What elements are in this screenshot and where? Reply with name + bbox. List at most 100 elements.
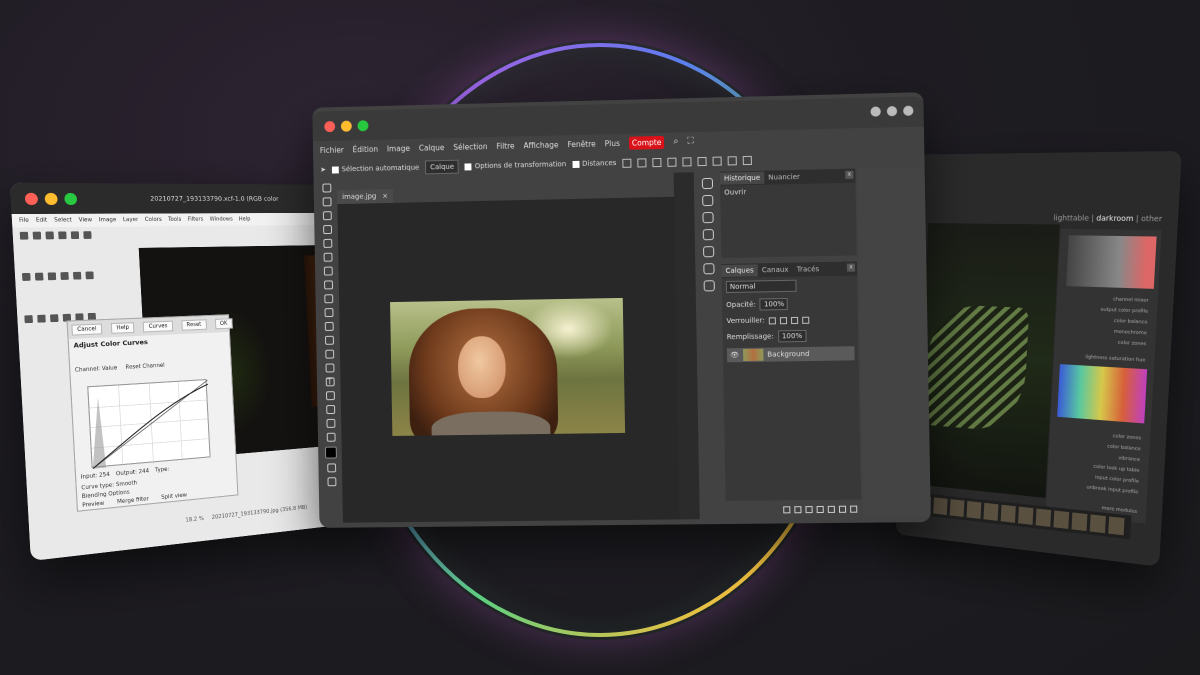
close-panel-icon[interactable]: x [845,170,854,179]
menu-item[interactable]: Edit [36,217,48,224]
blend-mode-select[interactable]: Normal [725,279,797,294]
dodge-icon[interactable] [324,349,334,359]
menu-selection[interactable]: Sélection [453,142,487,152]
minimize-dot-icon[interactable] [44,192,58,205]
magic-wand-icon[interactable] [322,224,332,235]
screen-mode-icon[interactable] [326,477,336,487]
filmstrip-thumb[interactable] [966,500,982,519]
text-tool-icon[interactable]: T [325,377,335,387]
trash-icon[interactable] [850,505,858,513]
auto-select-option[interactable]: Sélection automatique [331,164,419,174]
tab-historique[interactable]: Historique [719,171,765,185]
character-panel-icon[interactable] [702,229,714,241]
minimize-dot-icon[interactable] [340,120,352,132]
tool-icon[interactable] [37,314,46,323]
search-icon[interactable]: ⌕ [673,137,678,147]
menu-filtre[interactable]: Filtre [496,141,514,150]
merge-filter-checkbox[interactable]: Merge filter [117,496,149,506]
mode-darkroom[interactable]: darkroom [1096,214,1134,223]
menu-item[interactable]: Layer [123,217,139,224]
help-button[interactable]: Help [110,322,135,334]
channel-select[interactable]: Value [102,365,118,372]
menu-item[interactable]: Colors [145,217,162,224]
menu-image[interactable]: Image [387,143,410,152]
adjustment-icon[interactable] [816,505,824,513]
reset-button[interactable]: Reset [181,319,207,331]
crop-tool-icon[interactable] [322,238,332,248]
link-icon[interactable] [783,505,791,513]
colorzones-graph[interactable] [1057,364,1148,424]
tool-icon[interactable] [19,231,29,240]
distances-option[interactable]: Distances [572,159,616,168]
tool-icon[interactable] [22,273,31,282]
opacity-input[interactable]: 100% [759,297,789,311]
align-left-icon[interactable] [682,156,692,167]
tool-icon[interactable] [47,272,57,281]
tool-icon[interactable] [83,231,92,239]
marquee-tool-icon[interactable] [322,197,332,207]
healing-brush-icon[interactable] [323,266,333,276]
close-tab-icon[interactable]: × [382,192,388,200]
split-view-checkbox[interactable]: Split view [161,492,187,501]
menu-item[interactable]: Windows [210,216,233,222]
tab-calques[interactable]: Calques [721,264,758,278]
reset-channel-button[interactable]: Reset Channel [125,362,165,371]
tool-icon[interactable] [70,231,80,240]
eye-icon[interactable]: 👁 [730,351,739,359]
reddit-icon[interactable] [870,106,881,117]
lock-all-icon[interactable] [802,316,810,324]
align-bottom-icon[interactable] [667,157,677,167]
ok-button[interactable]: OK [214,318,233,330]
menu-item[interactable]: View [79,217,93,224]
tab-canaux[interactable]: Canaux [758,264,793,277]
filmstrip-thumb[interactable] [1018,506,1034,525]
zoom-tool-icon[interactable] [326,432,336,442]
close-dot-icon[interactable] [324,120,336,132]
lock-transparency-icon[interactable] [768,316,776,324]
align-center-icon[interactable] [697,156,707,166]
menu-item[interactable]: Tools [168,217,181,223]
filmstrip-thumb[interactable] [1035,508,1052,527]
menu-fichier[interactable]: Fichier [320,145,344,154]
tool-icon[interactable] [24,314,33,323]
tool-icon[interactable] [49,313,59,322]
filmstrip-thumb[interactable] [1071,512,1088,532]
auto-select-checkbox[interactable] [331,165,339,174]
tab-traces[interactable]: Tracés [793,263,824,276]
distribute-icon[interactable] [727,155,737,165]
shape-tool-icon[interactable] [325,405,335,415]
move-tool-icon[interactable] [321,183,331,193]
darkroom-image[interactable] [915,223,1060,498]
new-layer-icon[interactable] [838,505,847,513]
clone-stamp-icon[interactable] [323,294,333,304]
download-icon[interactable] [622,158,632,168]
menu-item[interactable]: Filters [188,216,204,222]
transform-option[interactable]: Options de transformation [464,160,566,170]
menu-item[interactable]: Help [239,216,251,222]
tool-icon[interactable] [58,231,67,240]
menu-calque[interactable]: Calque [419,143,445,153]
curve-graph[interactable] [87,379,210,468]
filmstrip-thumb[interactable] [1053,510,1070,529]
paragraph-panel-icon[interactable] [702,246,714,258]
layer-row[interactable]: 👁 Background [726,346,855,363]
effects-icon[interactable] [794,505,802,513]
lasso-tool-icon[interactable] [322,211,332,221]
tab-hue[interactable]: hue [1136,358,1146,364]
filmstrip-thumb[interactable] [983,502,999,521]
close-panel-icon[interactable]: x [846,263,856,272]
document-tab[interactable]: image.jpg × [337,189,394,205]
account-button[interactable]: Compte [628,135,665,150]
grid-icon[interactable] [742,155,752,165]
menu-item[interactable]: Select [54,217,72,224]
pen-tool-icon[interactable] [325,363,334,373]
tool-icon[interactable] [34,273,44,281]
tool-icon[interactable] [32,231,42,240]
tool-icon[interactable] [60,272,69,281]
menu-edition[interactable]: Édition [353,144,379,154]
filmstrip-thumb[interactable] [949,499,965,517]
hand-tool-icon[interactable] [325,418,335,428]
preview-checkbox[interactable]: Preview [82,500,104,509]
curves-tab[interactable]: Curves [143,320,174,333]
tool-icon[interactable] [45,231,54,240]
